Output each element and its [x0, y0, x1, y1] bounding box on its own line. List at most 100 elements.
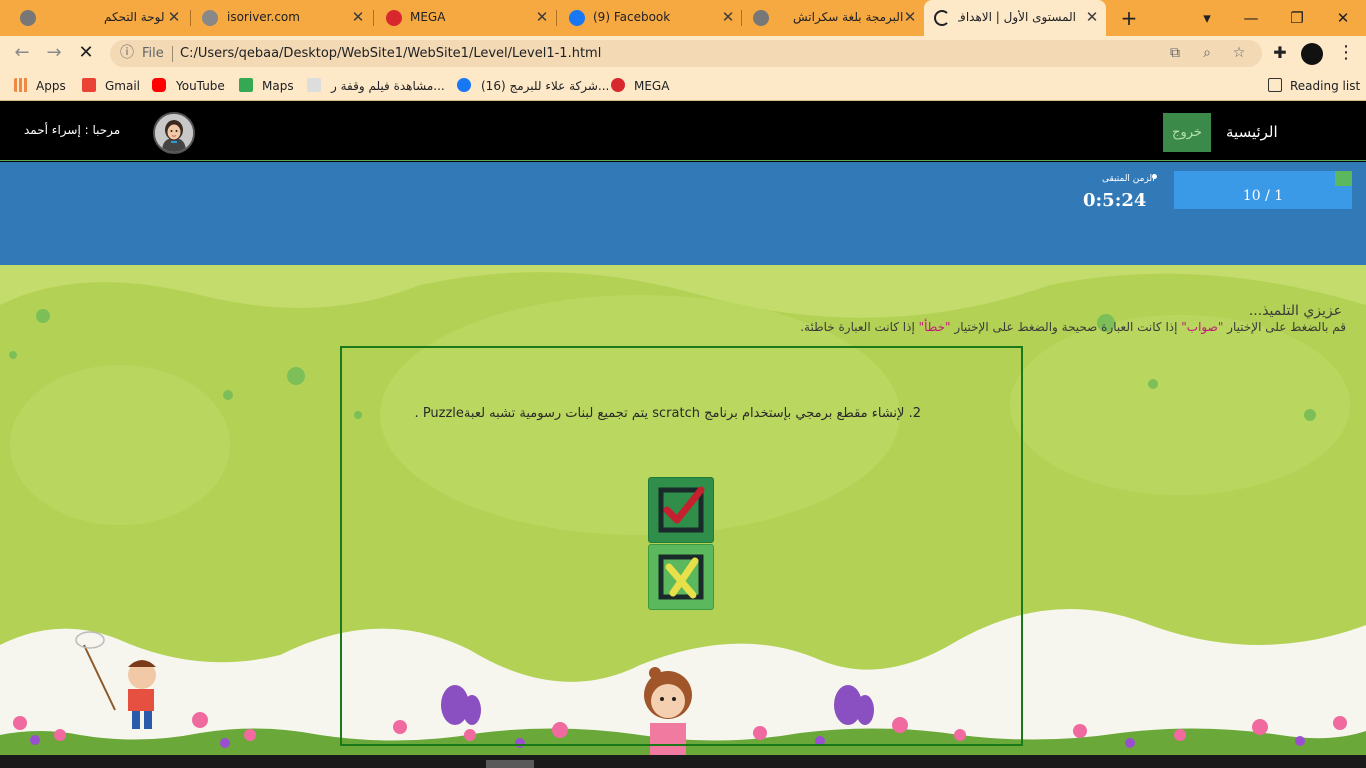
checkmark-icon: [658, 486, 705, 533]
close-icon[interactable]: ✕: [1084, 9, 1100, 25]
question-text: 2. لإنشاء مقطع برمجي بإستخدام برنامج scr…: [414, 406, 921, 421]
reading-list-icon: [1268, 78, 1282, 92]
tab-title: (9) Facebook: [593, 10, 671, 24]
game-scene: عزيزي التلميذ... قم بالضغط على الإختيار …: [0, 265, 1366, 755]
reading-list[interactable]: Reading list: [1268, 77, 1360, 95]
question-panel: 2. لإنشاء مقطع برمجي بإستخدام برنامج scr…: [340, 346, 1023, 746]
bookmark-label: Gmail: [105, 79, 141, 93]
new-tab-button[interactable]: +: [1114, 6, 1144, 30]
close-icon[interactable]: ✕: [902, 9, 918, 25]
tab-title: MEGA: [410, 10, 446, 24]
user-greeting: مرحبا : إسراء أحمد: [24, 123, 121, 137]
scheme-label: File: [142, 46, 164, 61]
bookmark-label: MEGA: [634, 79, 670, 93]
mega-icon: [386, 10, 402, 26]
mega-icon: [611, 78, 625, 92]
tab-facebook[interactable]: (9) Facebook ✕: [558, 0, 740, 36]
page-viewport: الرئيسية خروج مرحبا : إسراء أحمد الزمن ا…: [0, 103, 1366, 755]
tab-level-one-active[interactable]: المستوى الأول | الاهداف ✕: [924, 0, 1106, 36]
reading-list-label: Reading list: [1290, 79, 1361, 93]
tab-divider: [741, 10, 742, 26]
bookmark-label: مشاهدة فيلم وقفة ر...: [331, 79, 445, 93]
tab-divider: [190, 10, 191, 26]
true-answer-button[interactable]: [648, 477, 714, 543]
back-arrow-icon[interactable]: ←: [10, 42, 34, 66]
address-bar[interactable]: ⓘ File C:/Users/qebaa/Desktop/WebSite1/W…: [110, 40, 1262, 67]
remaining-time-label: الزمن المتبقى: [1102, 174, 1155, 184]
instruction-prefix: قم بالضغط على الإختيار: [1223, 320, 1346, 334]
instruction-heading: عزيزي التلميذ...: [1248, 303, 1342, 319]
instruction-suffix: إذا كانت العبارة خاطئة.: [800, 320, 919, 334]
tab-divider: [373, 10, 374, 26]
progress-flag-icon: [1335, 171, 1352, 186]
omnibox-divider: [172, 46, 173, 62]
menu-dots-icon[interactable]: ⋮: [1334, 42, 1358, 66]
false-keyword: "خطأ": [918, 320, 951, 334]
avatar-image: [155, 114, 193, 152]
home-link[interactable]: الرئيسية: [1226, 123, 1278, 141]
avatar: [153, 112, 195, 154]
instruction-text: قم بالضغط على الإختيار "صواب" إذا كانت ا…: [800, 320, 1346, 334]
logout-button[interactable]: خروج: [1163, 113, 1211, 152]
bookmark-mega[interactable]: MEGA: [611, 77, 669, 95]
browser-tab-strip: لوحة التحكم ✕ isoriver.com ✕ MEGA ✕ (9) …: [0, 0, 1366, 36]
loading-spinner-icon: [934, 10, 950, 26]
progress-counter: 10 / 1: [1242, 188, 1284, 204]
minimize-icon[interactable]: —: [1236, 6, 1266, 30]
bookmark-label: (16) شركة علاء للبرمج...: [481, 79, 610, 93]
remaining-time-value: 0:5:24: [1083, 190, 1147, 211]
tab-mega[interactable]: MEGA ✕: [375, 0, 555, 36]
globe-icon: [20, 10, 36, 26]
apps-grid-icon: [14, 78, 28, 92]
restore-icon[interactable]: ❐: [1282, 6, 1312, 30]
question-progress: 10 / 1: [1174, 171, 1352, 209]
bookmark-label: YouTube: [176, 79, 225, 93]
bookmark-gmail[interactable]: Gmail: [82, 77, 140, 95]
bookmark-label: Maps: [262, 79, 294, 93]
tab-search-icon[interactable]: ▾: [1192, 6, 1222, 30]
gmail-icon: [82, 78, 96, 92]
tab-control-panel[interactable]: لوحة التحكم ✕: [0, 0, 190, 36]
extensions-icon[interactable]: ✚: [1268, 42, 1292, 66]
translate-icon[interactable]: ⧉: [1166, 44, 1184, 62]
timer-bar: الزمن المتبقى 0:5:24 10 / 1: [0, 162, 1366, 265]
facebook-icon: [569, 10, 585, 26]
bookmark-movie[interactable]: مشاهدة فيلم وقفة ر...: [307, 77, 445, 95]
bookmark-label: Apps: [36, 79, 66, 93]
tab-title: البرمجة بلغة سكراتش: [793, 10, 904, 24]
close-icon[interactable]: ✕: [350, 9, 366, 25]
tab-isoriver[interactable]: isoriver.com ✕: [192, 0, 372, 36]
site-icon: [307, 78, 321, 92]
cross-mark-icon: [658, 554, 704, 600]
info-icon[interactable]: ⓘ: [118, 44, 136, 62]
close-icon[interactable]: ✕: [534, 9, 550, 25]
tab-title: المستوى الأول | الاهداف: [958, 10, 1076, 24]
url-text[interactable]: C:/Users/qebaa/Desktop/WebSite1/WebSite1…: [180, 46, 601, 61]
profile-avatar[interactable]: [1300, 42, 1324, 66]
horizontal-scrollbar[interactable]: [0, 755, 1366, 768]
site-navbar: الرئيسية خروج مرحبا : إسراء أحمد: [0, 103, 1366, 161]
tab-title: لوحة التحكم: [104, 10, 165, 24]
youtube-icon: [152, 78, 166, 92]
true-keyword: "صواب": [1181, 320, 1224, 334]
tab-scratch[interactable]: البرمجة بلغة سكراتش ✕: [743, 0, 923, 36]
close-icon[interactable]: ✕: [720, 9, 736, 25]
bookmark-apps[interactable]: Apps: [14, 77, 66, 95]
false-answer-button[interactable]: [648, 544, 714, 610]
bookmark-maps[interactable]: Maps: [239, 77, 294, 95]
tab-divider: [556, 10, 557, 26]
close-icon[interactable]: ✕: [166, 9, 182, 25]
stop-loading-icon[interactable]: ✕: [74, 42, 98, 66]
scrollbar-thumb[interactable]: [486, 760, 534, 768]
bookmark-star-icon[interactable]: ☆: [1230, 44, 1248, 62]
zoom-icon[interactable]: ⌕: [1198, 44, 1216, 62]
bookmarks-bar: Apps Gmail YouTube Maps مشاهدة فيلم وقفة…: [0, 71, 1366, 101]
window-close-icon[interactable]: ✕: [1328, 6, 1358, 30]
bookmark-youtube[interactable]: YouTube: [152, 77, 225, 95]
forward-arrow-icon[interactable]: →: [42, 42, 66, 66]
globe-icon: [753, 10, 769, 26]
bookmark-facebook-page[interactable]: (16) شركة علاء للبرمج...: [457, 77, 609, 95]
facebook-icon: [457, 78, 471, 92]
tab-title: isoriver.com: [227, 10, 300, 24]
instruction-middle: إذا كانت العبارة صحيحة والضغط على الإختي…: [950, 320, 1182, 334]
